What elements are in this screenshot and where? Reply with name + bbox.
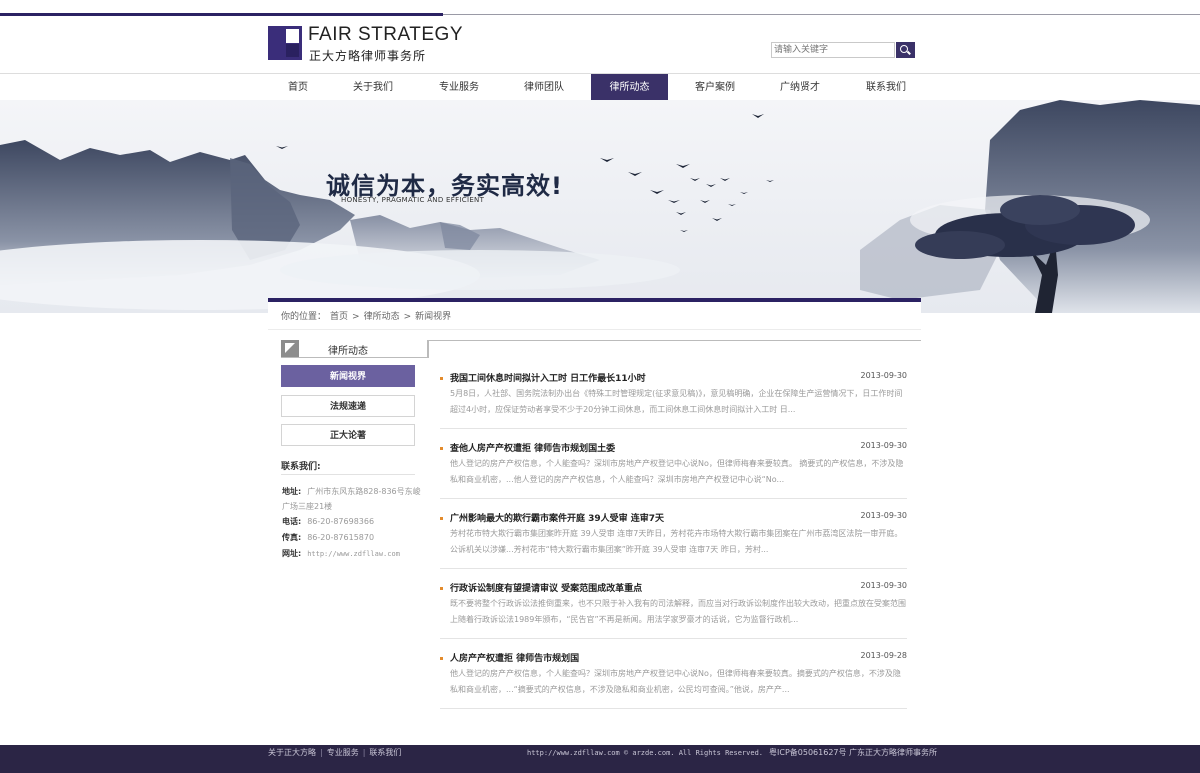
nav-item-careers[interactable]: 广纳贤才	[769, 74, 831, 101]
list-item[interactable]: 我国工间休息时间拟计入工时 日工作最长11小时 2013-09-30 5月8日，…	[440, 371, 907, 419]
nav-item-services[interactable]: 专业服务	[428, 74, 490, 101]
bullet-icon	[440, 447, 443, 450]
list-item[interactable]: 广州影响最大的欺行霸市案件开庭 39人受审 连审7天 2013-09-30 芳村…	[440, 511, 907, 559]
list-divider	[440, 428, 907, 429]
contact-divider	[281, 474, 415, 475]
list-divider	[440, 498, 907, 499]
breadcrumb-news[interactable]: 律所动态	[364, 312, 400, 322]
fax-value: 86-20-87615870	[307, 533, 375, 542]
list-divider	[440, 638, 907, 639]
landscape-illustration	[0, 100, 1200, 313]
news-summary: 他人登记的房产产权信息，个人能查吗？深圳市房地产产权登记中心说No，但律师梅春来…	[450, 459, 904, 484]
breadcrumb: 你的位置： 首页 > 律所动态 > 新闻视界	[268, 302, 921, 330]
list-divider	[440, 708, 907, 709]
footer-link-about[interactable]: 关于正大方略	[268, 748, 316, 757]
breadcrumb-separator: >	[403, 312, 412, 322]
nav-item-cases[interactable]: 客户案例	[684, 74, 746, 101]
paper-plane-icon	[281, 340, 299, 357]
search-input[interactable]	[771, 42, 895, 58]
list-item[interactable]: 行政诉讼制度有望提请审议 受案范围成改革重点 2013-09-30 既不要将整个…	[440, 581, 907, 629]
news-summary: 既不要将整个行政诉讼法推倒重来，也不只限于补入我有的司法解释，而应当对行政诉讼制…	[450, 599, 906, 624]
footer-link-services[interactable]: 专业服务	[327, 748, 359, 757]
nav-item-about[interactable]: 关于我们	[342, 74, 404, 101]
footer-copyright: http://www.zdfllaw.com © arzde.com. All …	[527, 745, 937, 761]
news-title[interactable]: 查他人房产产权遭拒 律师告市规划国土委	[450, 441, 615, 454]
banner-slogan-english: HONESTY, PRAGMATIC AND EFFICIENT	[341, 196, 485, 204]
news-date: 2013-09-30	[860, 581, 908, 590]
sidebar-item-news-vision[interactable]: 新闻视界	[281, 365, 415, 387]
list-divider	[440, 568, 907, 569]
list-item[interactable]: 人房产产权遭拒 律师告市规划国 2013-09-28 他人登记的房产产权信息，个…	[440, 651, 907, 699]
web-value[interactable]: http://www.zdfllaw.com	[307, 550, 400, 558]
news-title[interactable]: 行政诉讼制度有望提请审议 受案范围成改革重点	[450, 581, 642, 594]
address-value: 广州市东风东路828-836号东峻广场三座21楼	[282, 487, 421, 511]
bullet-icon	[440, 587, 443, 590]
news-summary: 芳村花市特大欺行霸市集团案昨开庭 39人受审 连审7天昨日，芳村花卉市场特大欺行…	[450, 529, 903, 554]
news-summary: 5月8日，人社部、国务院法制办出台《特殊工时管理规定(征求意见稿)》，意见稿明确…	[450, 389, 903, 414]
footer-links: 关于正大方略 | 专业服务 | 联系我们	[268, 748, 402, 757]
web-label: 网址:	[282, 549, 302, 558]
news-title[interactable]: 广州影响最大的欺行霸市案件开庭 39人受审 连审7天	[450, 511, 664, 524]
section-rule	[427, 340, 429, 358]
icp-license: 粤ICP备05061627号 广东正大方略律师事务所	[769, 748, 938, 757]
list-item[interactable]: 查他人房产产权遭拒 律师告市规划国土委 2013-09-30 他人登记的房产产权…	[440, 441, 907, 489]
contact-website: 网址: http://www.zdfllaw.com	[282, 548, 400, 559]
logo-chinese-name: 正大方略律师事务所	[309, 49, 427, 63]
contact-phone: 电话: 86-20-87698366	[282, 516, 374, 527]
bullet-icon	[440, 517, 443, 520]
sidebar-item-regulations[interactable]: 法规速递	[281, 395, 415, 417]
news-date: 2013-09-30	[860, 441, 908, 450]
nav-item-team[interactable]: 律师团队	[513, 74, 575, 101]
breadcrumb-separator: >	[352, 312, 360, 322]
bullet-icon	[440, 377, 443, 380]
hero-banner	[0, 100, 1200, 313]
contact-fax: 传真: 86-20-87615870	[282, 532, 374, 543]
site-logo[interactable]: FAIR STRATEGY 正大方略律师事务所	[268, 24, 463, 63]
nav-item-home[interactable]: 首页	[268, 74, 328, 101]
nav-item-news[interactable]: 律所动态	[591, 74, 668, 101]
contact-address: 地址: 广州市东风东路828-836号东峻广场三座21楼	[282, 484, 422, 514]
breadcrumb-prefix: 你的位置：	[281, 312, 327, 322]
search-box	[771, 42, 915, 58]
site-footer: 关于正大方略 | 专业服务 | 联系我们 http://www.zdfllaw.com …	[0, 745, 1200, 773]
breadcrumb-home[interactable]: 首页	[330, 312, 348, 322]
address-label: 地址:	[282, 487, 302, 496]
news-title[interactable]: 人房产产权遭拒 律师告市规划国	[450, 651, 579, 664]
news-date: 2013-09-30	[860, 371, 908, 380]
bullet-icon	[440, 657, 443, 660]
section-rule	[429, 340, 921, 341]
news-date: 2013-09-30	[860, 511, 908, 520]
sidebar-header: 律所动态	[281, 340, 415, 358]
news-summary: 他人登记的房产产权信息，个人能查吗？深圳市房地产产权登记中心说No，但律师梅春来…	[450, 669, 901, 694]
contact-title: 联系我们:	[281, 462, 321, 472]
sidebar-item-publications[interactable]: 正大论著	[281, 424, 415, 446]
search-button[interactable]	[896, 42, 915, 58]
nav-item-contact[interactable]: 联系我们	[855, 74, 917, 101]
logo-english-name: FAIR STRATEGY	[308, 24, 464, 45]
fax-label: 传真:	[282, 533, 302, 542]
logo-mark-icon	[268, 26, 302, 60]
top-divider-line	[443, 14, 1200, 15]
sidebar-title: 律所动态	[328, 346, 368, 357]
footer-link-contact[interactable]: 联系我们	[369, 748, 401, 757]
section-rule	[281, 357, 429, 358]
phone-value: 86-20-87698366	[307, 517, 375, 526]
breadcrumb-current: 新闻视界	[415, 312, 452, 322]
news-title[interactable]: 我国工间休息时间拟计入工时 日工作最长11小时	[450, 371, 646, 384]
phone-label: 电话:	[282, 517, 302, 526]
copyright-text: http://www.zdfllaw.com © arzde.com. All …	[527, 749, 764, 757]
main-nav: 首页 关于我们 专业服务 律师团队 律所动态 客户案例 广纳贤才 联系我们	[0, 73, 1200, 101]
news-date: 2013-09-28	[860, 651, 908, 660]
top-accent-bar	[0, 13, 443, 16]
